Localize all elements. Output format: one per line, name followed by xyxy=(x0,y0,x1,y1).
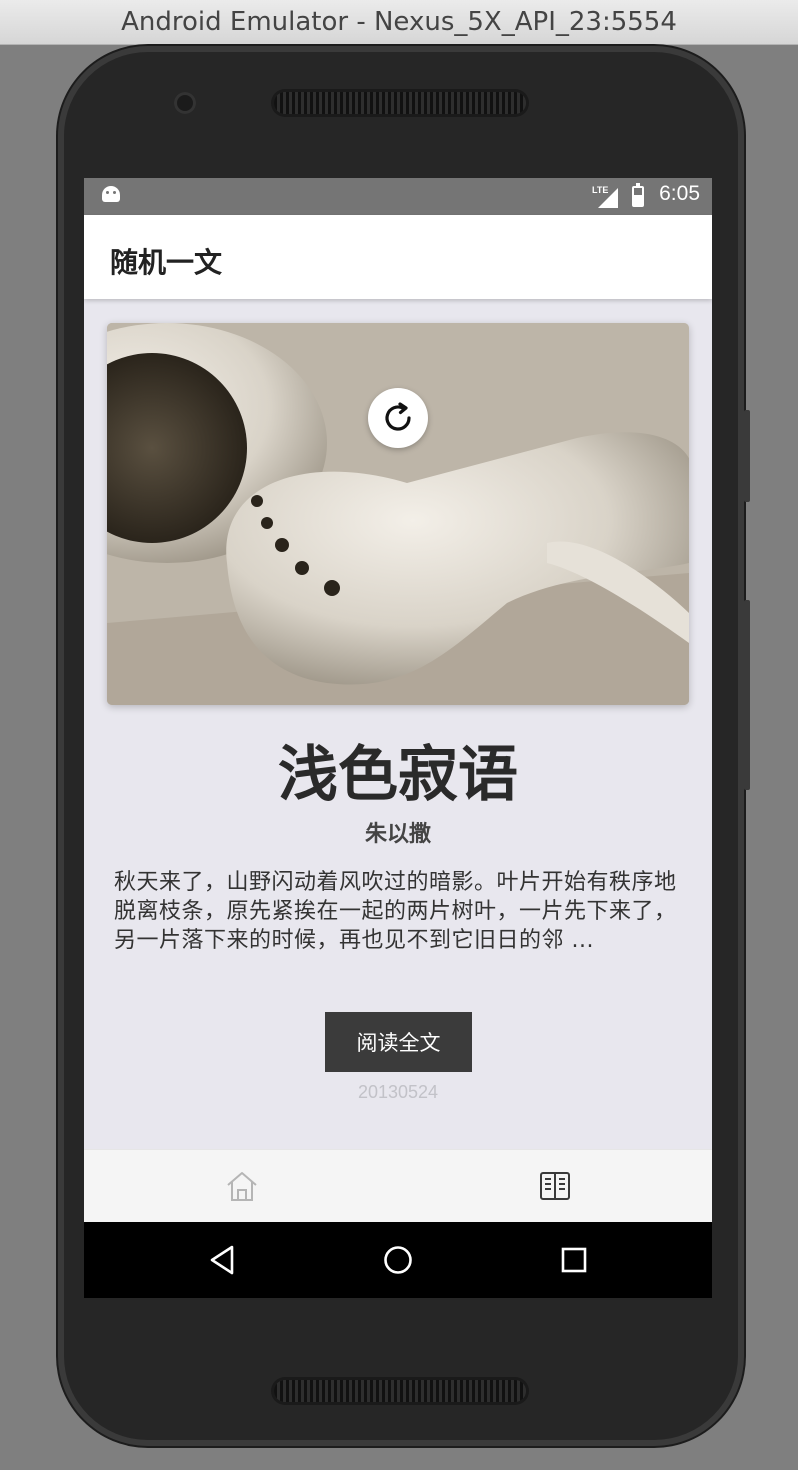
top-speaker xyxy=(274,92,526,114)
power-button xyxy=(744,410,750,502)
refresh-button[interactable] xyxy=(368,388,428,448)
article-title: 浅色寂语 xyxy=(278,740,518,810)
phone-screen: LTE 6:05 随机一文 浅色寂语 朱以撒 秋天来了，山野闪动着风吹过的暗影。… xyxy=(84,178,712,1298)
nav-back-button[interactable] xyxy=(204,1242,240,1278)
volume-button xyxy=(744,600,750,790)
refresh-icon xyxy=(385,402,411,431)
system-nav-bar xyxy=(84,1222,712,1298)
article-date: 20130524 xyxy=(357,1082,439,1102)
home-circle-icon xyxy=(384,1246,412,1274)
emulator-window-title: Android Emulator - Nexus_5X_API_23:5554 xyxy=(0,0,798,45)
status-bar: LTE 6:05 xyxy=(84,178,712,215)
app-title: 随机一文 xyxy=(110,246,223,279)
app-bar: 随机一文 xyxy=(84,215,712,299)
article-author: 朱以撒 xyxy=(364,822,431,847)
front-camera xyxy=(174,92,196,114)
status-time: 6:05 xyxy=(659,182,700,205)
battery-icon xyxy=(632,183,644,207)
article-cover-image xyxy=(107,323,689,705)
android-debug-icon xyxy=(102,186,120,202)
bottom-speaker xyxy=(274,1380,526,1402)
book-icon xyxy=(540,1172,570,1200)
nav-home-button[interactable] xyxy=(380,1242,416,1278)
tab-home[interactable] xyxy=(224,1168,260,1204)
article-excerpt: 秋天来了，山野闪动着风吹过的暗影。叶片开始有秩序地脱离枝条，原先紧挨在一起的两片… xyxy=(114,870,677,953)
tab-reading[interactable] xyxy=(537,1168,573,1204)
read-full-article-button[interactable]: 阅读全文 xyxy=(325,1012,472,1072)
back-icon xyxy=(210,1245,234,1275)
bottom-tab-bar xyxy=(84,1149,712,1223)
home-icon xyxy=(227,1172,257,1201)
signal-icon xyxy=(598,188,618,208)
earbuds-photo xyxy=(107,323,689,705)
nav-recents-button[interactable] xyxy=(556,1242,592,1278)
recents-icon xyxy=(561,1247,587,1273)
